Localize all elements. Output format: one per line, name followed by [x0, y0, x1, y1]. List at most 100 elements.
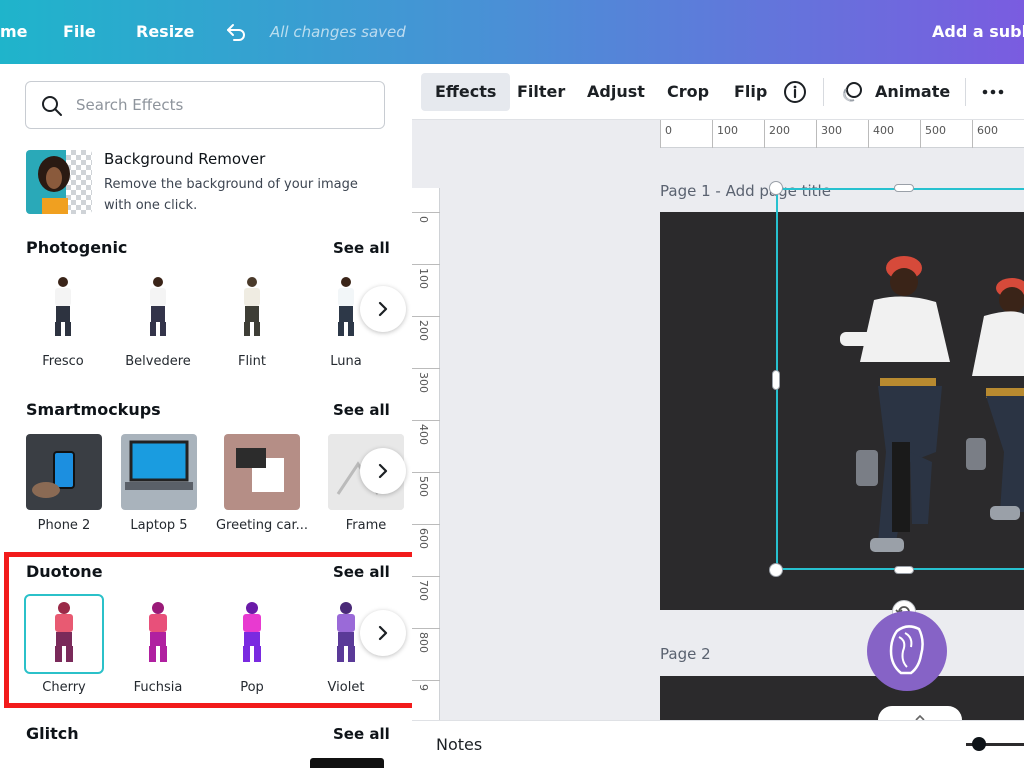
- duotone-pop[interactable]: Pop: [214, 596, 292, 695]
- ruler-mark: [816, 120, 817, 148]
- search-icon: [42, 96, 62, 116]
- mockup-thumbnail: [26, 434, 102, 510]
- ruler-mark: [412, 472, 440, 473]
- assistant-button[interactable]: [867, 611, 947, 691]
- effect-label: Belvedere: [125, 354, 191, 369]
- ruler-mark: [412, 680, 440, 681]
- ruler-mark: [920, 120, 921, 148]
- notes-button[interactable]: Notes: [436, 721, 482, 768]
- ruler-tick: 300: [821, 124, 842, 137]
- flip-button[interactable]: Flip: [720, 73, 781, 111]
- effect-thumbnail: [214, 270, 290, 346]
- effects-panel: Search Effects Background Remover Remove…: [0, 64, 412, 768]
- ruler-mark: [712, 120, 713, 148]
- page-2-canvas[interactable]: [660, 676, 1024, 720]
- ruler-tick: 200: [417, 320, 430, 341]
- ruler-mark: [412, 524, 440, 525]
- search-placeholder: Search Effects: [76, 96, 184, 114]
- filter-button[interactable]: Filter: [503, 73, 579, 111]
- ruler-mark: [412, 368, 440, 369]
- duotone-label: Cherry: [42, 680, 86, 695]
- duotone-next-button[interactable]: [360, 610, 406, 656]
- page-2-title[interactable]: Page 2: [660, 645, 711, 663]
- ruler-mark: [412, 316, 440, 317]
- mockup-label: Phone 2: [37, 518, 91, 533]
- home-button[interactable]: me: [0, 0, 28, 64]
- resize-handle-bottom-left[interactable]: [769, 563, 783, 577]
- duotone-thumbnail: [214, 596, 290, 672]
- mockup-label: Frame: [345, 518, 387, 533]
- background-remover-description: Remove the background of your image with…: [104, 177, 358, 213]
- add-subheading-button[interactable]: Add a subhe: [932, 0, 1024, 64]
- selection-frame[interactable]: [776, 188, 1024, 570]
- info-icon[interactable]: [783, 80, 807, 108]
- ruler-mark: [412, 576, 440, 577]
- see-all-duotone[interactable]: See all: [333, 563, 390, 581]
- glitch-thumbnail-partial[interactable]: [310, 758, 384, 768]
- duotone-cherry[interactable]: Cherry: [24, 594, 104, 695]
- ruler-tick: 100: [717, 124, 738, 137]
- effects-button[interactable]: Effects: [421, 73, 511, 111]
- animate-button[interactable]: Animate: [861, 73, 964, 111]
- chevron-right-icon: [378, 625, 388, 641]
- ruler-mark: [660, 120, 661, 148]
- adjust-button[interactable]: Adjust: [573, 73, 659, 111]
- ruler-tick: 100: [417, 268, 430, 289]
- toolbar-divider: [823, 78, 824, 106]
- resize-handle-bottom[interactable]: [894, 566, 914, 574]
- ruler-tick: 200: [769, 124, 790, 137]
- zoom-slider-handle[interactable]: [972, 737, 986, 751]
- ruler-mark: [764, 120, 765, 148]
- ruler-tick: 600: [977, 124, 998, 137]
- mockup-greeting-card[interactable]: Greeting car...: [216, 434, 308, 533]
- see-all-glitch[interactable]: See all: [333, 725, 390, 743]
- effect-label: Flint: [237, 354, 267, 369]
- effect-label: Luna: [330, 354, 362, 369]
- photogenic-next-button[interactable]: [360, 286, 406, 332]
- resize-handle-top-left[interactable]: [769, 181, 783, 195]
- ruler-tick: 800: [417, 632, 430, 653]
- background-remover-thumbnail[interactable]: [26, 150, 92, 214]
- duotone-fuchsia[interactable]: Fuchsia: [120, 596, 198, 695]
- ruler-tick: 500: [925, 124, 946, 137]
- background-remover-title[interactable]: Background Remover: [104, 150, 265, 168]
- effect-belvedere[interactable]: Belvedere: [120, 270, 198, 369]
- ruler-tick: 400: [417, 424, 430, 445]
- effect-fresco[interactable]: Fresco: [25, 270, 103, 369]
- section-title-duotone: Duotone: [26, 562, 103, 581]
- effect-thumbnail: [25, 270, 101, 346]
- duotone-label: Violet: [327, 680, 365, 695]
- resize-button[interactable]: Resize: [136, 0, 194, 64]
- file-menu-button[interactable]: File: [63, 0, 96, 64]
- notes-bar: Notes: [412, 720, 1024, 768]
- resize-handle-top[interactable]: [894, 184, 914, 192]
- ruler-tick: 600: [417, 528, 430, 549]
- crop-button[interactable]: Crop: [653, 73, 723, 111]
- search-box[interactable]: Search Effects: [25, 81, 385, 129]
- face-profile-icon: [889, 625, 924, 675]
- mockup-phone-2[interactable]: Phone 2: [26, 434, 104, 533]
- save-status: All changes saved: [270, 23, 406, 41]
- ruler-mark: [868, 120, 869, 148]
- mockup-laptop-5[interactable]: Laptop 5: [121, 434, 199, 533]
- ruler-mark: [412, 420, 440, 421]
- more-options-icon[interactable]: [981, 82, 1005, 106]
- ruler-horizontal: 0 100 200 300 400 500 600: [660, 120, 1024, 148]
- effect-flint[interactable]: Flint: [214, 270, 292, 369]
- ruler-tick: 9: [417, 684, 430, 691]
- section-title-glitch: Glitch: [26, 724, 79, 743]
- see-all-photogenic[interactable]: See all: [333, 239, 390, 257]
- duotone-thumbnail: [120, 596, 196, 672]
- image-toolbar: Effects Filter Adjust Crop Flip Animate: [412, 64, 1024, 120]
- top-bar: me File Resize All changes saved Add a s…: [0, 0, 1024, 64]
- chevron-right-icon: [378, 463, 388, 479]
- resize-handle-left[interactable]: [772, 370, 780, 390]
- effect-label: Fresco: [42, 354, 84, 369]
- ruler-tick: 700: [417, 580, 430, 601]
- undo-icon[interactable]: [224, 20, 248, 48]
- toolbar-divider: [965, 78, 966, 106]
- ruler-tick: 0: [417, 216, 430, 223]
- ruler-tick: 400: [873, 124, 894, 137]
- see-all-smartmockups[interactable]: See all: [333, 401, 390, 419]
- smartmockups-next-button[interactable]: [360, 448, 406, 494]
